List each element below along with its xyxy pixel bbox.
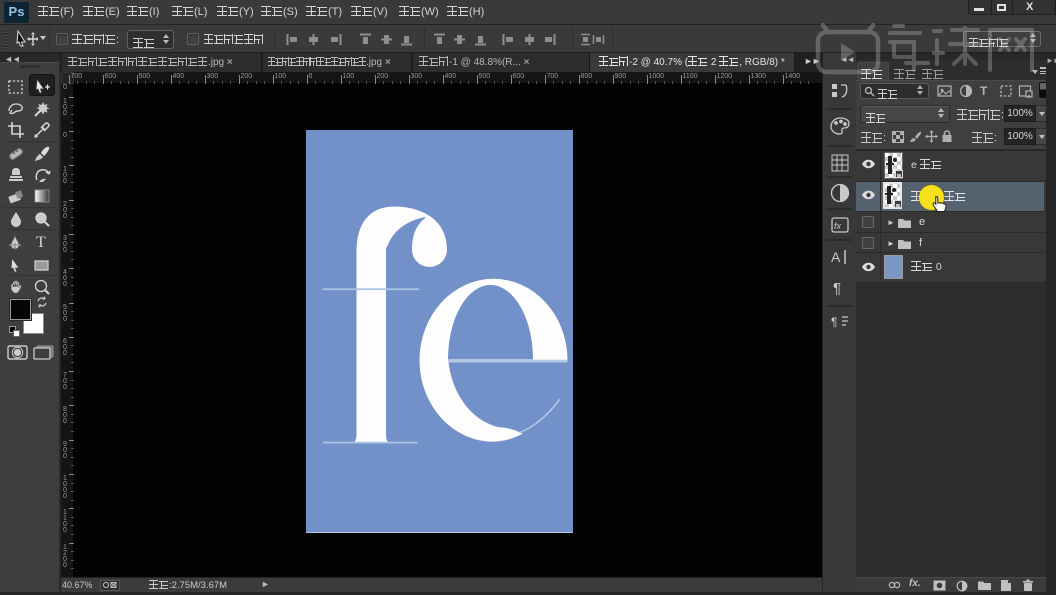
svg-text:¶: ¶ bbox=[833, 280, 841, 297]
svg-text:¶: ¶ bbox=[831, 315, 837, 329]
svg-text:fx: fx bbox=[834, 221, 842, 231]
svg-text:T: T bbox=[36, 234, 46, 250]
svg-text:A: A bbox=[831, 249, 841, 265]
